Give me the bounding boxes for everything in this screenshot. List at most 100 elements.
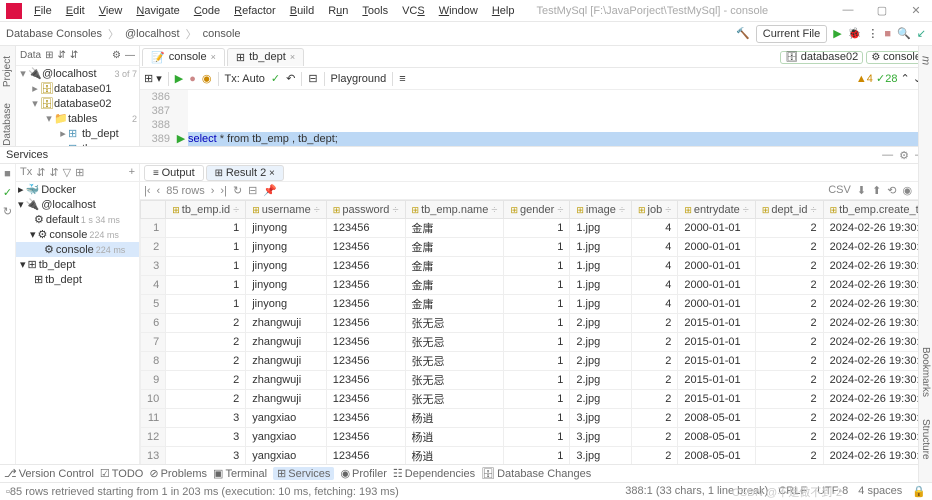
result-grid[interactable]: ⊞tb_emp.id ÷⊞username ÷⊞password ÷⊞tb_em… (140, 200, 932, 474)
tree-icon[interactable]: ⊞ (45, 50, 53, 61)
svc-host[interactable]: ▾🔌 @localhost (16, 197, 139, 212)
tree-gear-icon[interactable]: ⚙ (112, 50, 121, 61)
svc-ok[interactable]: ✓ (3, 186, 12, 199)
svc-tab-output[interactable]: ≡ Output (144, 165, 204, 181)
explain-button[interactable]: ◉ (202, 72, 212, 85)
services-gear-icon[interactable]: ⚙ (899, 149, 909, 162)
svc-collapse-icon[interactable]: ⇵ (49, 166, 58, 179)
menu-vcs[interactable]: VCS (396, 3, 431, 19)
btab-services[interactable]: ⊞ Services (273, 467, 334, 480)
svc-docker[interactable]: ▸🐳 Docker (16, 182, 139, 197)
svc-tb-dept[interactable]: ▾⊞ tb_dept (16, 257, 139, 272)
tree-expand-icon[interactable]: ⇵ (58, 50, 66, 61)
menu-edit[interactable]: Edit (60, 3, 91, 19)
svc-rerun[interactable]: ↻ (3, 205, 12, 218)
svc-console-2[interactable]: ⚙ console 224 ms (16, 242, 139, 257)
menu-navigate[interactable]: Navigate (130, 3, 185, 19)
services-minus[interactable]: — (882, 149, 893, 162)
svc-console-1[interactable]: ▾⚙ console 224 ms (16, 227, 139, 242)
tx-mode[interactable]: Tx: Auto (225, 73, 265, 85)
menu-view[interactable]: View (93, 3, 129, 19)
minimize-button[interactable]: — (834, 2, 862, 19)
grid-first[interactable]: |‹ (144, 185, 151, 197)
svc-group-icon[interactable]: ⊞ (75, 166, 84, 179)
run-button[interactable]: ▶ (833, 27, 841, 40)
tree-tb-emp[interactable]: ▸⊞tb_emp (16, 141, 139, 146)
svc-expand-icon[interactable]: ⇵ (36, 166, 45, 179)
vcs-icon[interactable]: ↙ (917, 27, 926, 40)
warn-badge[interactable]: ▲4 (856, 73, 873, 85)
run-config[interactable]: Current File (756, 25, 827, 43)
tab-maven[interactable]: m (920, 52, 932, 69)
tab-structure[interactable]: Structure (920, 415, 931, 464)
menu-help[interactable]: Help (486, 3, 521, 19)
menu-file[interactable]: File (28, 3, 58, 19)
tree-host[interactable]: ▾🔌@localhost3 of 7 (16, 66, 139, 81)
menu-refactor[interactable]: Refactor (228, 3, 282, 19)
btab-todo[interactable]: ☑ TODO (100, 467, 143, 480)
tab-console[interactable]: 📝 console × (142, 48, 225, 66)
menu-window[interactable]: Window (433, 3, 484, 19)
grid-refresh[interactable]: ↻ (233, 184, 242, 197)
maximize-button[interactable]: ▢ (868, 2, 896, 19)
svc-default[interactable]: ⚙ default 1 s 34 ms (16, 212, 139, 227)
btab-problems[interactable]: ⊘ Problems (149, 467, 207, 480)
grid-rows[interactable]: 85 rows (166, 185, 205, 197)
svc-tb-dept-2[interactable]: ⊞ tb_dept (16, 272, 139, 287)
stop-button[interactable]: ■ (884, 28, 891, 40)
sql-editor[interactable]: select * from tb_emp , tb_dept; (188, 90, 932, 146)
more-button[interactable]: ⋮ (867, 27, 878, 40)
debug-button[interactable]: 🐞 (848, 27, 862, 40)
build-icon[interactable]: 🔨 (736, 27, 750, 40)
tree-filter-icon[interactable]: ⇵ (70, 50, 78, 61)
svc-stop[interactable]: ■ (4, 168, 11, 180)
tab-database[interactable]: Database (2, 99, 13, 150)
rollback-icon[interactable]: ↶ (286, 72, 295, 85)
menu-build[interactable]: Build (284, 3, 320, 19)
breadcrumb-host[interactable]: @localhost (125, 28, 180, 40)
status-indent[interactable]: 4 spaces (858, 485, 902, 498)
svc-tab-result[interactable]: ⊞ Result 2 × (206, 165, 284, 181)
grid-prev[interactable]: ‹ (157, 185, 161, 197)
menu-code[interactable]: Code (188, 3, 226, 19)
tree-tables[interactable]: ▾📁tables2 (16, 111, 139, 126)
grid-add[interactable]: ⊟ (248, 184, 257, 197)
menu-run[interactable]: Run (322, 3, 354, 19)
btab-terminal[interactable]: ▣ Terminal (213, 467, 267, 480)
btab-deps[interactable]: ☷ Dependencies (393, 467, 475, 480)
commit-icon[interactable]: ✓ (271, 72, 280, 85)
search-icon[interactable]: 🔍 (897, 27, 911, 40)
close-button[interactable]: ✕ (902, 2, 930, 19)
playground[interactable]: Playground (331, 73, 387, 85)
btab-dbchanges[interactable]: 🗄 Database Changes (481, 467, 591, 480)
tab-tb-dept[interactable]: ⊞ tb_dept × (227, 48, 304, 66)
grid-view[interactable]: ◉ (903, 184, 913, 197)
execute-button[interactable]: ▶ (175, 72, 183, 85)
db-pill[interactable]: 🗄 database02 (780, 51, 863, 64)
tree-tb-dept[interactable]: ▸⊞tb_dept (16, 126, 139, 141)
grid-pin[interactable]: 📌 (263, 184, 277, 197)
btab-vc[interactable]: ⎇ Version Control (4, 467, 94, 480)
status-lock-icon[interactable]: 🔒 (912, 485, 926, 498)
breadcrumb-console[interactable]: console (203, 28, 241, 40)
menu-tools[interactable]: Tools (356, 3, 394, 19)
grid-export[interactable]: ⬇ (857, 184, 866, 197)
grid-last[interactable]: ›| (220, 185, 227, 197)
tree-minimize-icon[interactable]: — (125, 50, 135, 61)
config-icon[interactable]: ≡ (399, 73, 405, 85)
grid-csv[interactable]: CSV (828, 184, 851, 197)
tab-bookmarks[interactable]: Bookmarks (920, 343, 931, 401)
grid-next[interactable]: › (211, 185, 215, 197)
breadcrumb-root[interactable]: Database Consoles (6, 28, 102, 40)
svc-add-icon[interactable]: + (129, 166, 135, 179)
tree-db1[interactable]: ▸🗄database01 (16, 81, 139, 96)
editor-dropdown[interactable]: ⊞ ▾ (144, 72, 162, 85)
svc-filter-icon[interactable]: ▽ (63, 166, 71, 179)
svc-tx-icon[interactable]: Tx (20, 166, 32, 179)
grid-ddl[interactable]: ⟲ (887, 184, 896, 197)
tree-db2[interactable]: ▾🗄database02 (16, 96, 139, 111)
tab-project[interactable]: Project (2, 52, 13, 91)
check-badge[interactable]: ✓28 (876, 73, 897, 85)
trash-icon[interactable]: ⊟ (308, 72, 317, 85)
grid-import[interactable]: ⬆ (872, 184, 881, 197)
